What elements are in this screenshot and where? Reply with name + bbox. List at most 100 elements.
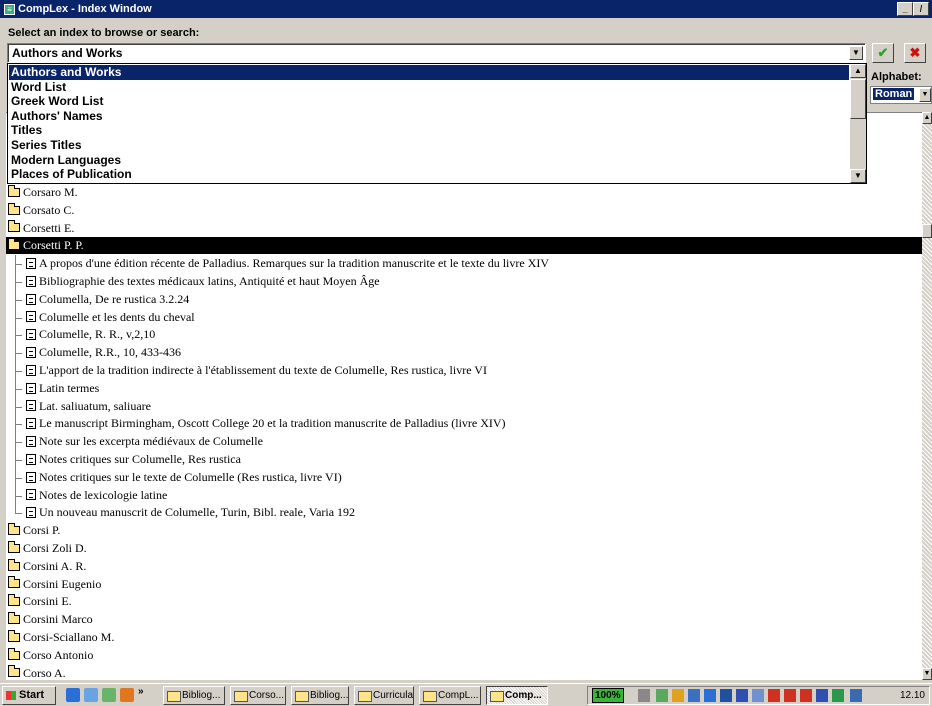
tree-document-row[interactable]: L'apport de la tradition indirecte à l'é… [6,362,487,379]
browser-icon[interactable] [66,688,80,702]
tree-document-row[interactable]: Columella, De re rustica 3.2.24 [6,291,189,308]
tree-folder-row[interactable]: Corsaro M. [6,184,78,201]
document-icon [26,257,36,269]
taskbar-task-button[interactable]: Bibliog... [291,686,349,705]
tree-folder-row[interactable]: Corsini A. R. [6,558,86,575]
tree-folder-row[interactable]: Corsi P. [6,522,60,539]
document-icon [26,489,36,501]
folder-icon [8,594,20,607]
tree-document-row[interactable]: Un nouveau manuscrit de Columelle, Turin… [6,504,355,521]
tray-icon[interactable] [736,689,748,702]
maximize-button[interactable]: ̸ [913,2,929,16]
cancel-button[interactable]: ✖ [904,43,926,63]
tray-icon[interactable] [672,689,684,702]
tree-document-row[interactable]: A propos d'une édition récente de Pallad… [6,255,549,272]
index-combobox[interactable]: Authors and Works ▼ [7,43,866,63]
index-tree[interactable]: Corsaro M. Corsato C. Corsetti E. Corsetti … [6,112,926,680]
dropdown-option[interactable]: Places of Publication [9,167,849,182]
start-button[interactable]: Start [2,686,56,705]
tree-document-row[interactable]: Notes critiques sur Columelle, Res rusti… [6,451,241,468]
tree-folder-row[interactable]: Corso Antonio [6,647,93,664]
calendar-icon[interactable] [102,688,116,702]
dropdown-option[interactable]: Series Titles [9,138,849,153]
tree-row-label: Corsi P. [23,523,61,538]
taskbar-task-button[interactable]: CompL... [419,686,481,705]
document-icon [26,507,36,519]
taskbar-task-button[interactable]: Curricula [354,686,414,705]
scroll-down-button[interactable]: ▼ [922,668,932,680]
tree-folder-row[interactable]: Corsi-Sciallano M. [6,629,114,646]
tree-row-label: Corso A. [23,665,66,680]
dropdown-scrollbar[interactable]: ▲ ▼ [850,64,866,183]
tray-icon[interactable] [704,689,716,702]
scroll-down-button[interactable]: ▼ [850,169,866,183]
tray-icon[interactable] [688,689,700,702]
folder-icon [8,558,20,571]
dropdown-option[interactable]: Word List [9,80,849,95]
scroll-up-button[interactable]: ▲ [922,112,932,124]
tray-icon[interactable] [800,689,812,702]
chevron-down-icon[interactable]: ▼ [919,88,931,102]
scroll-thumb[interactable] [850,79,866,119]
tray-icon[interactable] [784,689,796,702]
tree-document-row[interactable]: Le manuscript Birmingham, Oscott College… [6,415,506,432]
alphabet-select[interactable]: Roman ▼ [870,86,932,104]
tree-row-label: Notes de lexicologie latine [39,487,168,502]
tray-icon[interactable] [656,689,668,702]
tree-folder-row[interactable]: Corsetti P. P. [6,237,926,255]
tree-folder-row[interactable]: Corsi Zoli D. [6,540,87,557]
tray-icon[interactable] [816,689,828,702]
tree-branch-line [15,406,22,408]
tree-scrollbar[interactable]: ▲ ▼ [922,112,932,680]
chevron-down-icon[interactable]: ▼ [849,46,863,60]
folder-icon [8,522,20,535]
tree-folder-row[interactable]: Corsini E. [6,593,72,610]
folder-icon [8,576,20,589]
scroll-up-button[interactable]: ▲ [850,64,866,78]
document-icon [26,418,36,430]
tray-icon[interactable] [850,689,862,702]
tree-document-row[interactable]: Columelle, R. R., v,2,10 [6,326,155,343]
window-titlebar: ≡ CompLex - Index Window _ ̸ [0,0,932,18]
document-icon [26,311,36,323]
scroll-thumb[interactable] [922,224,932,238]
taskbar-task-button[interactable]: Bibliog... [163,686,225,705]
tree-document-row[interactable]: Note sur les excerpta médiévaux de Colum… [6,433,263,450]
tree-folder-row[interactable]: Corso A. [6,665,66,680]
tree-folder-row[interactable]: Corsini Marco [6,611,93,628]
dropdown-option[interactable]: Modern Languages [9,153,849,168]
confirm-button[interactable]: ✔ [872,43,894,63]
dropdown-option[interactable]: Greek Word List [9,94,849,109]
system-tray: 100% 12.10 [587,686,930,705]
document-icon [26,293,36,305]
document-icon [26,329,36,341]
tree-row-label: Corsini E. [23,594,72,609]
tree-branch-line [15,495,22,497]
taskbar: Start » Bibliog... Corso... Bibliog... Curr… [0,683,932,706]
tree-document-row[interactable]: Bibliographie des textes médicaux latins… [6,273,380,290]
media-player-icon[interactable] [120,688,134,702]
dropdown-option[interactable]: Authors and Works [9,65,849,80]
tree-document-row[interactable]: Columelle et les dents du cheval [6,309,195,326]
taskbar-task-button[interactable]: Comp... [486,686,548,705]
quick-launch-more[interactable]: » [138,686,144,697]
tree-document-row[interactable]: Notes de lexicologie latine [6,487,167,504]
tray-icon[interactable] [720,689,732,702]
tree-document-row[interactable]: Lat. saliuatum, saliuare [6,398,151,415]
tree-document-row[interactable]: Notes critiques sur le texte de Columell… [6,469,342,486]
tree-folder-row[interactable]: Corsato C. [6,202,74,219]
dropdown-option[interactable]: Titles [9,123,849,138]
tray-icon[interactable] [832,689,844,702]
tree-folder-row[interactable]: Corsini Eugenio [6,576,101,593]
taskbar-task-button[interactable]: Corso... [230,686,286,705]
tray-icon[interactable] [752,689,764,702]
dropdown-option[interactable]: Authors' Names [9,109,849,124]
network-icon[interactable] [638,689,650,702]
index-dropdown-list[interactable]: ▲ ▼ Authors and Works Word List Greek Word… [7,63,867,184]
tray-icon[interactable] [768,689,780,702]
desktop-icon[interactable] [84,688,98,702]
tree-row-label: Columelle, R. R., v,2,10 [39,327,156,342]
minimize-button[interactable]: _ [897,2,913,16]
tree-document-row[interactable]: Columelle, R.R., 10, 433-436 [6,344,181,361]
tree-folder-row[interactable]: Corsetti E. [6,220,74,237]
